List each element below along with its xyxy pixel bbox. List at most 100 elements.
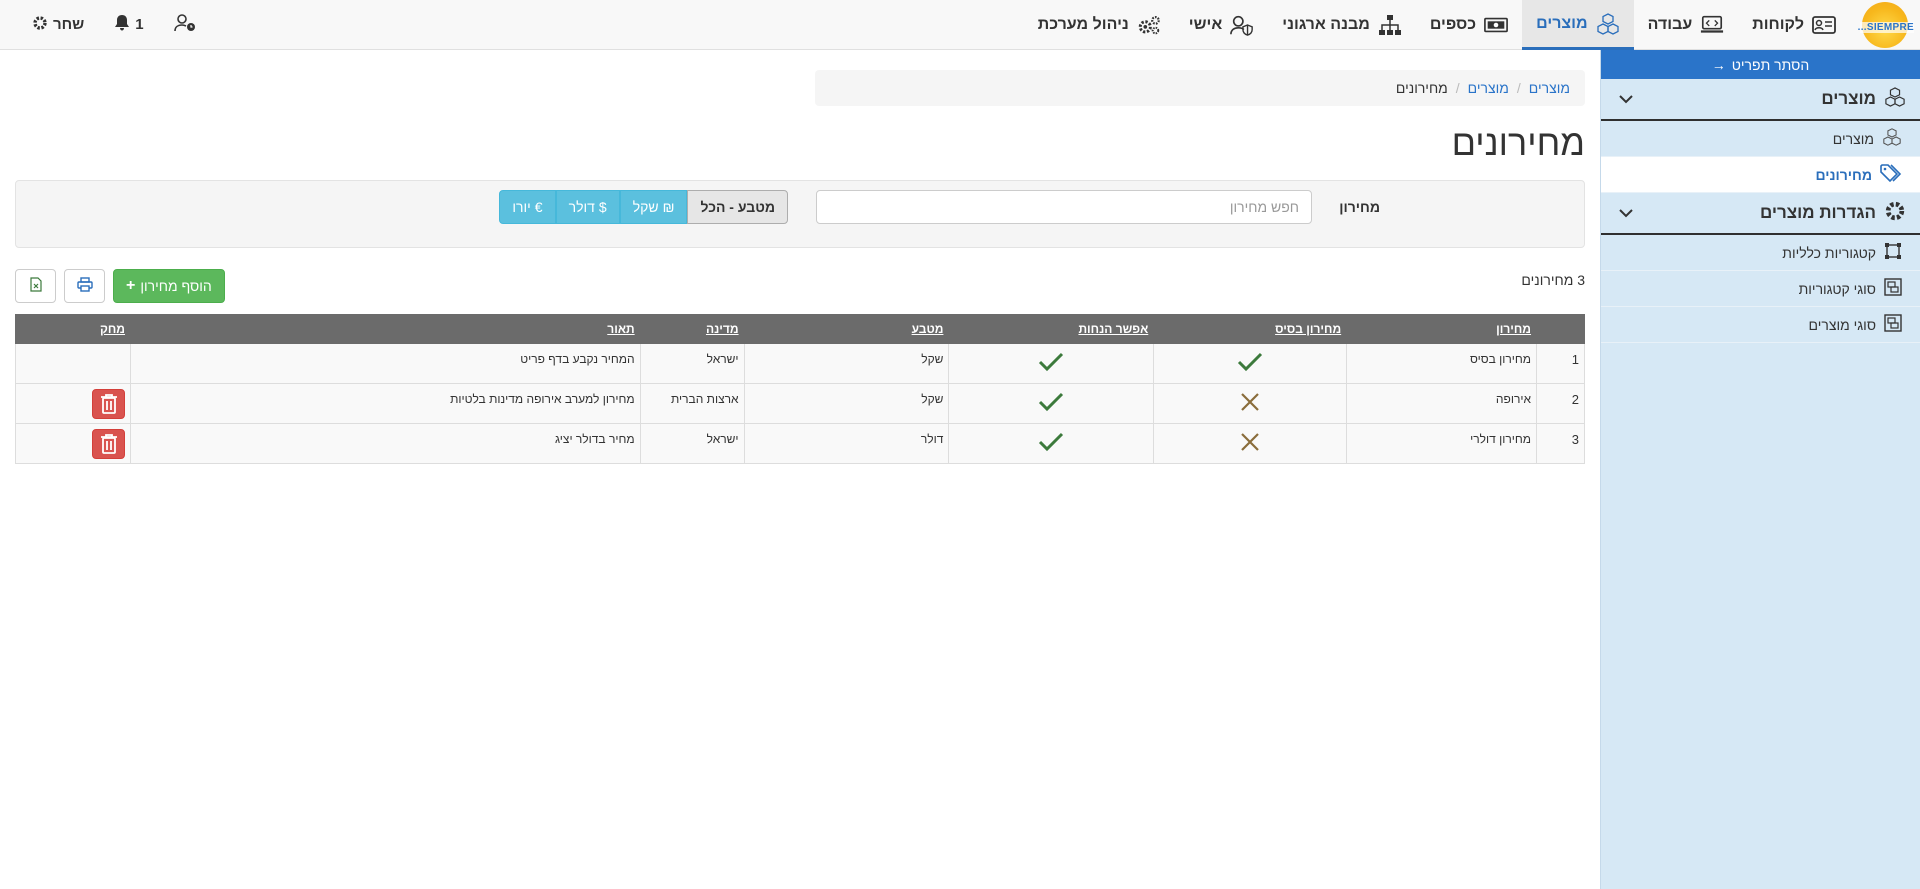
breadcrumb-separator: / xyxy=(1516,80,1521,96)
vector-square-icon xyxy=(1884,242,1902,263)
chevron-down-icon xyxy=(1619,205,1633,221)
col-header-base-price-list[interactable]: מחירון בסיס xyxy=(1153,314,1348,344)
currency-shekel-label: שקל xyxy=(632,199,659,215)
currency-euro-button[interactable]: € יורו xyxy=(499,190,556,224)
sidebar-item-product-types[interactable]: סוגי מוצרים xyxy=(1601,307,1920,343)
row-discounts-flag xyxy=(948,343,1155,384)
dollar-icon: $ xyxy=(598,199,607,215)
object-group-icon xyxy=(1884,314,1902,335)
hide-menu-label: הסתר תפריט xyxy=(1731,56,1810,73)
user-status-button[interactable] xyxy=(164,13,206,36)
row-number: 2 xyxy=(1536,383,1585,424)
currency-shekel-button[interactable]: ₪ שקל xyxy=(619,190,688,224)
logo-text: SIEMPRE... xyxy=(1857,22,1914,33)
add-price-list-button[interactable]: + הוסף מחירון xyxy=(113,269,225,303)
col-header-num xyxy=(1536,314,1585,344)
notifications-button[interactable]: 1 xyxy=(104,14,153,35)
chevron-down-icon xyxy=(1619,91,1633,107)
nav-products[interactable]: מוצרים xyxy=(1522,0,1634,50)
bell-icon xyxy=(114,14,130,35)
nav-finance[interactable]: כספים xyxy=(1416,0,1522,50)
row-country: ארצות הברית xyxy=(639,383,745,424)
row-currency: דולר xyxy=(743,423,950,464)
cubes-icon xyxy=(1596,12,1620,35)
price-lists-table: מחירון מחירון בסיס אפשר הנחות מטבע מדינה… xyxy=(14,314,1585,464)
sidebar-item-products[interactable]: מוצרים xyxy=(1601,121,1920,157)
export-excel-button[interactable] xyxy=(15,269,56,303)
nav-customers[interactable]: לקוחות xyxy=(1738,0,1850,50)
results-count: 3 מחירונים xyxy=(1521,272,1585,288)
col-header-country[interactable]: מדינה xyxy=(639,314,745,344)
row-number: 3 xyxy=(1536,423,1585,464)
table-row[interactable]: 1 מחירון בסיס שקל ישראל המחיר נקבע בדף פ… xyxy=(14,343,1585,384)
currency-all-label: מטבע - הכל xyxy=(700,199,775,215)
action-bar: + הוסף מחירון xyxy=(15,269,225,303)
row-price-list-name[interactable]: מחירון דולרי xyxy=(1346,423,1538,464)
sidebar-section-product-settings[interactable]: הגדרות מוצרים xyxy=(1601,193,1920,235)
sidebar-item-general-categories[interactable]: קטגוריות כלליות xyxy=(1601,235,1920,271)
nav-finance-label: כספים xyxy=(1429,16,1477,33)
user-menu-button[interactable]: שחר xyxy=(22,15,94,35)
row-delete-cell xyxy=(14,423,132,464)
sidebar-section-products-label: מוצרים xyxy=(1821,89,1876,108)
row-description: המחיר נקבע בדף פריט xyxy=(130,343,641,384)
row-price-list-name[interactable]: אירופה xyxy=(1346,383,1538,424)
row-base-flag xyxy=(1153,343,1348,384)
row-base-flag xyxy=(1153,423,1348,464)
top-navbar: SIEMPRE... לקוחות עבודה מוצרים כספים מבנ… xyxy=(0,0,1920,50)
sidebar-item-category-types[interactable]: סוגי קטגוריות xyxy=(1601,271,1920,307)
nav-work-label: עבודה xyxy=(1647,16,1693,33)
nav-customers-label: לקוחות xyxy=(1752,16,1804,33)
currency-dollar-button[interactable]: $ דולר xyxy=(555,190,620,224)
col-header-currency[interactable]: מטבע xyxy=(743,314,950,344)
row-description: מחירון למערב אירופה מדינות בלטיות xyxy=(130,383,641,424)
print-button[interactable] xyxy=(64,269,105,303)
company-logo[interactable]: SIEMPRE... xyxy=(1850,0,1920,50)
row-delete-cell xyxy=(14,383,132,424)
nav-org-structure-label: מבנה ארגוני xyxy=(1282,16,1370,33)
add-price-list-label: הוסף מחירון xyxy=(140,278,212,294)
object-group-icon xyxy=(1884,278,1902,299)
delete-button[interactable] xyxy=(92,388,126,419)
currency-euro-label: יורו xyxy=(512,199,531,215)
sidebar-item-price-lists-label: מחירונים xyxy=(1815,166,1872,183)
row-country: ישראל xyxy=(639,423,745,464)
nav-products-label: מוצרים xyxy=(1536,14,1588,32)
nav-system-admin-label: ניהול מערכת xyxy=(1037,16,1129,33)
col-header-allow-discounts[interactable]: אפשר הנחות xyxy=(948,314,1155,344)
shekel-icon: ₪ xyxy=(662,199,675,215)
user-clock-icon xyxy=(173,13,196,36)
user-name: שחר xyxy=(53,16,85,33)
row-currency: שקל xyxy=(743,343,950,384)
sidebar-item-general-categories-label: קטגוריות כלליות xyxy=(1782,244,1876,261)
delete-button[interactable] xyxy=(92,428,126,459)
nav-work[interactable]: עבודה xyxy=(1634,0,1739,50)
sidebar-item-price-lists[interactable]: מחירונים xyxy=(1601,157,1920,193)
breadcrumb-current: מחירונים xyxy=(1395,80,1448,96)
hide-menu-button[interactable]: הסתר תפריט → xyxy=(1601,50,1920,79)
cross-icon xyxy=(1240,433,1260,455)
search-input[interactable] xyxy=(816,190,1312,224)
cogs-icon xyxy=(1137,14,1161,36)
breadcrumb-link-products[interactable]: מוצרים xyxy=(1529,80,1570,96)
row-discounts-flag xyxy=(948,383,1155,424)
nav-personal[interactable]: אישי xyxy=(1175,0,1268,50)
breadcrumb-link-products-sub[interactable]: מוצרים xyxy=(1468,80,1509,96)
row-price-list-name[interactable]: מחירון בסיס xyxy=(1346,343,1538,384)
nav-system-admin[interactable]: ניהול מערכת xyxy=(1024,0,1175,50)
cross-icon xyxy=(1240,393,1260,415)
col-header-description[interactable]: תאור xyxy=(130,314,641,344)
check-icon xyxy=(1038,352,1064,375)
currency-all-button[interactable]: מטבע - הכל xyxy=(687,190,788,224)
col-header-delete: מחק xyxy=(14,314,132,344)
col-header-price-list[interactable]: מחירון xyxy=(1346,314,1538,344)
table-row[interactable]: 2 אירופה שקל ארצות הברית מחירון למערב אי… xyxy=(14,383,1585,424)
table-row[interactable]: 3 מחירון דולרי דולר ישראל מחיר בדולר יצי… xyxy=(14,423,1585,464)
nav-org-structure[interactable]: מבנה ארגוני xyxy=(1268,0,1416,50)
breadcrumb: מוצרים / מוצרים / מחירונים xyxy=(815,70,1585,106)
filter-panel: מחירון מטבע - הכל ₪ שקל $ דולר € יורו xyxy=(15,180,1585,248)
notifications-count: 1 xyxy=(135,16,144,33)
row-country: ישראל xyxy=(639,343,745,384)
sidebar-section-products[interactable]: מוצרים xyxy=(1601,79,1920,121)
